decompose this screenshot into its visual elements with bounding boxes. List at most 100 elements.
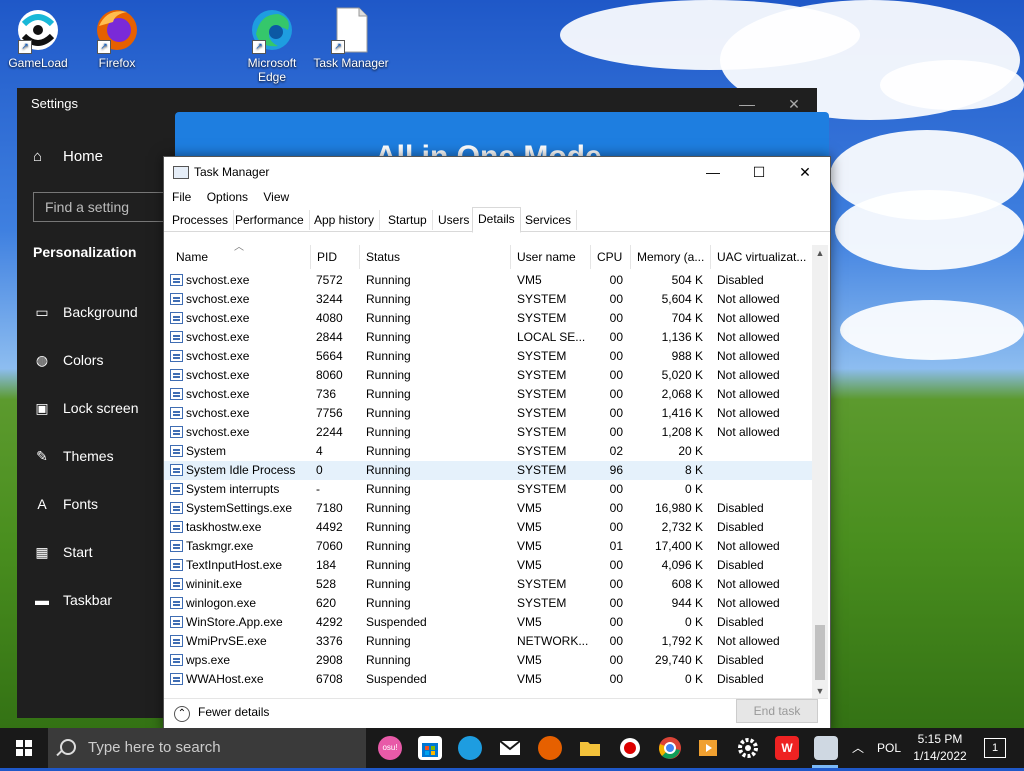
nav-lock-screen[interactable]: ▣ Lock screen: [33, 400, 138, 417]
taskbar-search-input[interactable]: Type here to search: [48, 728, 366, 768]
process-row[interactable]: System Idle Process 0 Running SYSTEM 96 8 K: [164, 461, 812, 480]
desktop-icon-firefox[interactable]: ↗ Firefox: [79, 6, 155, 70]
tm-title: Task Manager: [194, 165, 270, 179]
chevron-up-icon: ⌃: [174, 706, 190, 722]
process-row[interactable]: svchost.exe 4080 Running SYSTEM 00 704 K Not a…: [164, 309, 812, 328]
col-pid[interactable]: PID: [311, 245, 360, 269]
settings-home[interactable]: ⌂ Home: [33, 148, 103, 165]
menu-file[interactable]: File: [172, 190, 191, 204]
file-explorer-icon[interactable]: [578, 736, 602, 760]
process-row[interactable]: winlogon.exe 620 Running SYSTEM 00 944 K Not a…: [164, 594, 812, 613]
process-icon: [170, 654, 183, 666]
scroll-down-icon[interactable]: ▼: [812, 683, 828, 699]
process-row[interactable]: WmiPrvSE.exe 3376 Running NETWORK... 00 1,792…: [164, 632, 812, 651]
minimize-button[interactable]: —: [690, 157, 736, 187]
cell-uac: Disabled: [717, 653, 764, 667]
nav-fonts[interactable]: A Fonts: [33, 496, 98, 512]
process-row[interactable]: svchost.exe 5664 Running SYSTEM 00 988 K Not a…: [164, 347, 812, 366]
process-icon: [170, 483, 183, 495]
process-row[interactable]: svchost.exe 7572 Running VM5 00 504 K Disabled: [164, 271, 812, 290]
firefox-icon[interactable]: [538, 736, 562, 760]
osu-app-icon[interactable]: osu!: [378, 736, 402, 760]
start-button[interactable]: [0, 728, 48, 768]
cell-user: SYSTEM: [517, 463, 567, 477]
cell-user: VM5: [517, 558, 542, 572]
process-row[interactable]: svchost.exe 736 Running SYSTEM 00 2,068 K Not …: [164, 385, 812, 404]
vertical-scrollbar[interactable]: ▲ ▼: [812, 245, 828, 699]
tab-startup[interactable]: Startup: [383, 210, 433, 230]
process-row[interactable]: WinStore.App.exe 4292 Suspended VM5 00 0 K Dis…: [164, 613, 812, 632]
process-row[interactable]: taskhostw.exe 4492 Running VM5 00 2,732 K Disa…: [164, 518, 812, 537]
cell-pid: 3244: [316, 292, 343, 306]
cell-mem: 1,136 K: [661, 330, 703, 344]
tab-services[interactable]: Services: [520, 210, 578, 230]
cell-cpu: 00: [609, 482, 623, 496]
process-row[interactable]: svchost.exe 3244 Running SYSTEM 00 5,604 K Not…: [164, 290, 812, 309]
cell-status: Running: [366, 444, 411, 458]
document-icon: ↗: [327, 6, 375, 54]
tab-app-history[interactable]: App history: [309, 210, 381, 230]
task-manager-taskbar-icon[interactable]: [814, 736, 838, 760]
wps-office-icon[interactable]: W: [775, 736, 799, 760]
close-button[interactable]: ✕: [782, 157, 828, 187]
process-row[interactable]: Taskmgr.exe 7060 Running VM5 01 17,400 K Not a…: [164, 537, 812, 556]
cell-user: LOCAL SE...: [517, 330, 586, 344]
process-row[interactable]: WWAHost.exe 6708 Suspended VM5 00 0 K Disabled: [164, 670, 812, 689]
menu-view[interactable]: View: [263, 190, 289, 204]
tab-performance[interactable]: Performance: [230, 210, 310, 230]
nav-colors[interactable]: ◍ Colors: [33, 352, 104, 369]
tab-users[interactable]: Users: [433, 210, 476, 230]
scroll-up-icon[interactable]: ▲: [812, 245, 828, 261]
col-cpu[interactable]: CPU: [591, 245, 631, 269]
cloud: [880, 60, 1024, 110]
cell-status: Running: [366, 520, 411, 534]
desktop-icon-gameload[interactable]: ↗ GameLoad: [0, 6, 76, 70]
notification-center-icon[interactable]: 1: [984, 738, 1006, 758]
tab-processes[interactable]: Processes: [167, 210, 235, 230]
input-language[interactable]: POL: [877, 728, 901, 768]
cell-user: SYSTEM: [517, 387, 567, 401]
process-row[interactable]: svchost.exe 8060 Running SYSTEM 00 5,020 K Not…: [164, 366, 812, 385]
mail-icon[interactable]: [498, 736, 522, 760]
process-row[interactable]: TextInputHost.exe 184 Running VM5 00 4,096 K D…: [164, 556, 812, 575]
cell-name: svchost.exe: [186, 368, 250, 382]
tab-details[interactable]: Details: [472, 207, 521, 233]
process-row[interactable]: wininit.exe 528 Running SYSTEM 00 608 K Not al…: [164, 575, 812, 594]
media-player-icon[interactable]: [696, 736, 720, 760]
process-row[interactable]: svchost.exe 7756 Running SYSTEM 00 1,416 K Not…: [164, 404, 812, 423]
show-hidden-icons-button[interactable]: ︿: [852, 728, 864, 768]
process-row[interactable]: wps.exe 2908 Running VM5 00 29,740 K Disabled: [164, 651, 812, 670]
desktop-icon-task-manager[interactable]: ↗ Task Manager: [313, 6, 389, 70]
nav-taskbar[interactable]: ▬ Taskbar: [33, 592, 112, 608]
col-memory[interactable]: Memory (a...: [631, 245, 711, 269]
clock[interactable]: 5:15 PM 1/14/2022: [905, 731, 975, 765]
cell-cpu: 00: [609, 634, 623, 648]
chrome-icon[interactable]: [658, 736, 682, 760]
process-row[interactable]: SystemSettings.exe 7180 Running VM5 00 16,980…: [164, 499, 812, 518]
store-icon[interactable]: [418, 736, 442, 760]
record-icon[interactable]: [618, 736, 642, 760]
menu-options[interactable]: Options: [207, 190, 248, 204]
scroll-thumb[interactable]: [815, 625, 825, 680]
end-task-button[interactable]: End task: [736, 699, 818, 723]
cell-pid: 7060: [316, 539, 343, 553]
desktop-icon-edge[interactable]: ↗ Microsoft Edge: [234, 6, 310, 84]
process-icon: [170, 312, 183, 324]
cell-mem: 944 K: [671, 596, 703, 610]
nav-background[interactable]: ▭ Background: [33, 304, 137, 321]
process-row[interactable]: System 4 Running SYSTEM 02 20 K: [164, 442, 812, 461]
col-uac[interactable]: UAC virtualizat...: [711, 245, 811, 269]
col-status[interactable]: Status: [360, 245, 511, 269]
edge-icon[interactable]: [458, 736, 482, 760]
nav-themes[interactable]: ✎ Themes: [33, 448, 113, 465]
col-user[interactable]: User name: [511, 245, 591, 269]
process-row[interactable]: System interrupts - Running SYSTEM 00 0 K: [164, 480, 812, 499]
cell-user: SYSTEM: [517, 482, 567, 496]
fewer-details-button[interactable]: ⌃ Fewer details: [174, 705, 269, 722]
cell-user: VM5: [517, 273, 542, 287]
settings-gear-icon[interactable]: [736, 736, 760, 760]
process-row[interactable]: svchost.exe 2244 Running SYSTEM 00 1,208 K Not…: [164, 423, 812, 442]
nav-start[interactable]: ▦ Start: [33, 544, 92, 561]
process-row[interactable]: svchost.exe 2844 Running LOCAL SE... 00 1,136…: [164, 328, 812, 347]
maximize-button[interactable]: ☐: [736, 157, 782, 187]
